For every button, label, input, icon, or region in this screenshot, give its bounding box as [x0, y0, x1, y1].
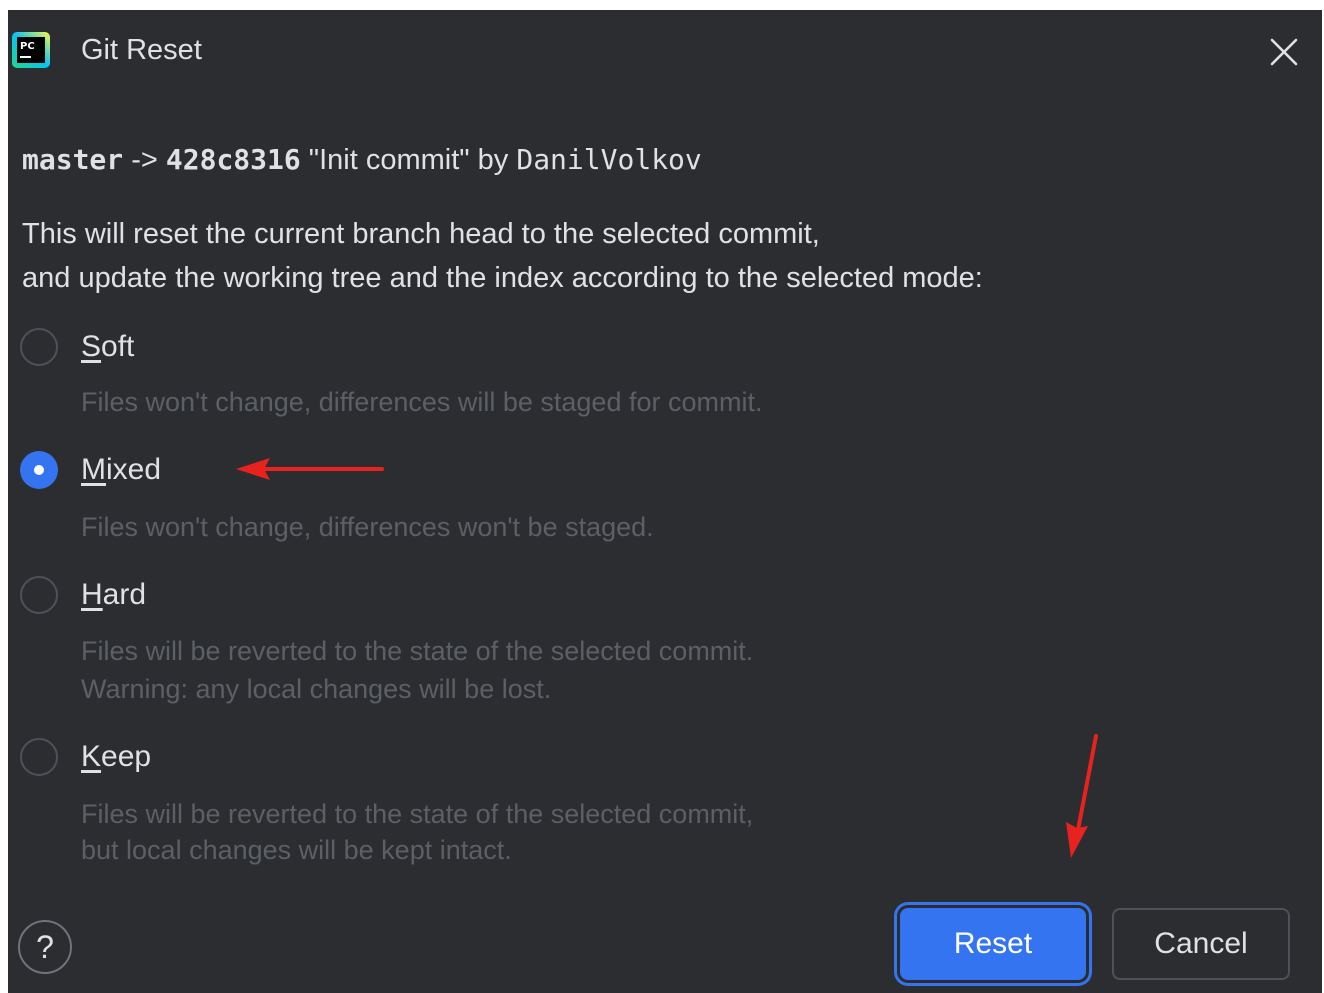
commit-summary: master -> 428c8316 "Init commit" by Dani…: [22, 140, 702, 180]
radio-button-hard[interactable]: [20, 576, 58, 614]
option-hint-mixed: Files won't change, differences won't be…: [81, 512, 654, 542]
description-line-1: This will reset the current branch head …: [22, 218, 820, 250]
radio-button-soft[interactable]: [20, 328, 58, 366]
commit-author: DanilVolkov: [516, 143, 702, 176]
commit-by: by: [477, 144, 509, 176]
option-label-mixed[interactable]: Mixed: [81, 451, 161, 489]
close-icon[interactable]: [1266, 34, 1302, 70]
commit-message: "Init commit": [308, 144, 470, 176]
option-hint-keep-line-2: but local changes will be kept intact.: [81, 835, 512, 865]
svg-text:PC: PC: [20, 41, 35, 52]
option-hint-hard-line-1: Files will be reverted to the state of t…: [81, 636, 754, 666]
option-label-soft[interactable]: Soft: [81, 328, 134, 366]
help-button[interactable]: ?: [18, 920, 72, 974]
branch-name: master: [22, 143, 124, 176]
option-label-hard[interactable]: Hard: [81, 576, 146, 614]
commit-hash: 428c8316: [165, 143, 301, 176]
option-hint-soft: Files won't change, differences will be …: [81, 387, 763, 417]
cancel-button[interactable]: Cancel: [1112, 908, 1290, 980]
reset-description: This will reset the current branch head …: [22, 212, 983, 300]
description-line-2: and update the working tree and the inde…: [22, 262, 983, 294]
commit-arrow: ->: [131, 144, 158, 176]
radio-button-mixed[interactable]: [20, 451, 58, 489]
option-hint-hard-line-2: Warning: any local changes will be lost.: [81, 674, 552, 704]
reset-button[interactable]: Reset: [900, 908, 1086, 980]
git-reset-dialog: PC Git Reset master -> 428c8316 "Init co…: [8, 10, 1322, 993]
dialog-title: Git Reset: [81, 34, 202, 66]
option-hint-keep-line-1: Files will be reverted to the state of t…: [81, 799, 754, 829]
title-bar[interactable]: PC Git Reset: [8, 10, 1322, 94]
option-label-keep[interactable]: Keep: [81, 738, 151, 776]
pycharm-logo-icon: PC: [12, 32, 50, 68]
radio-button-keep[interactable]: [20, 738, 58, 776]
